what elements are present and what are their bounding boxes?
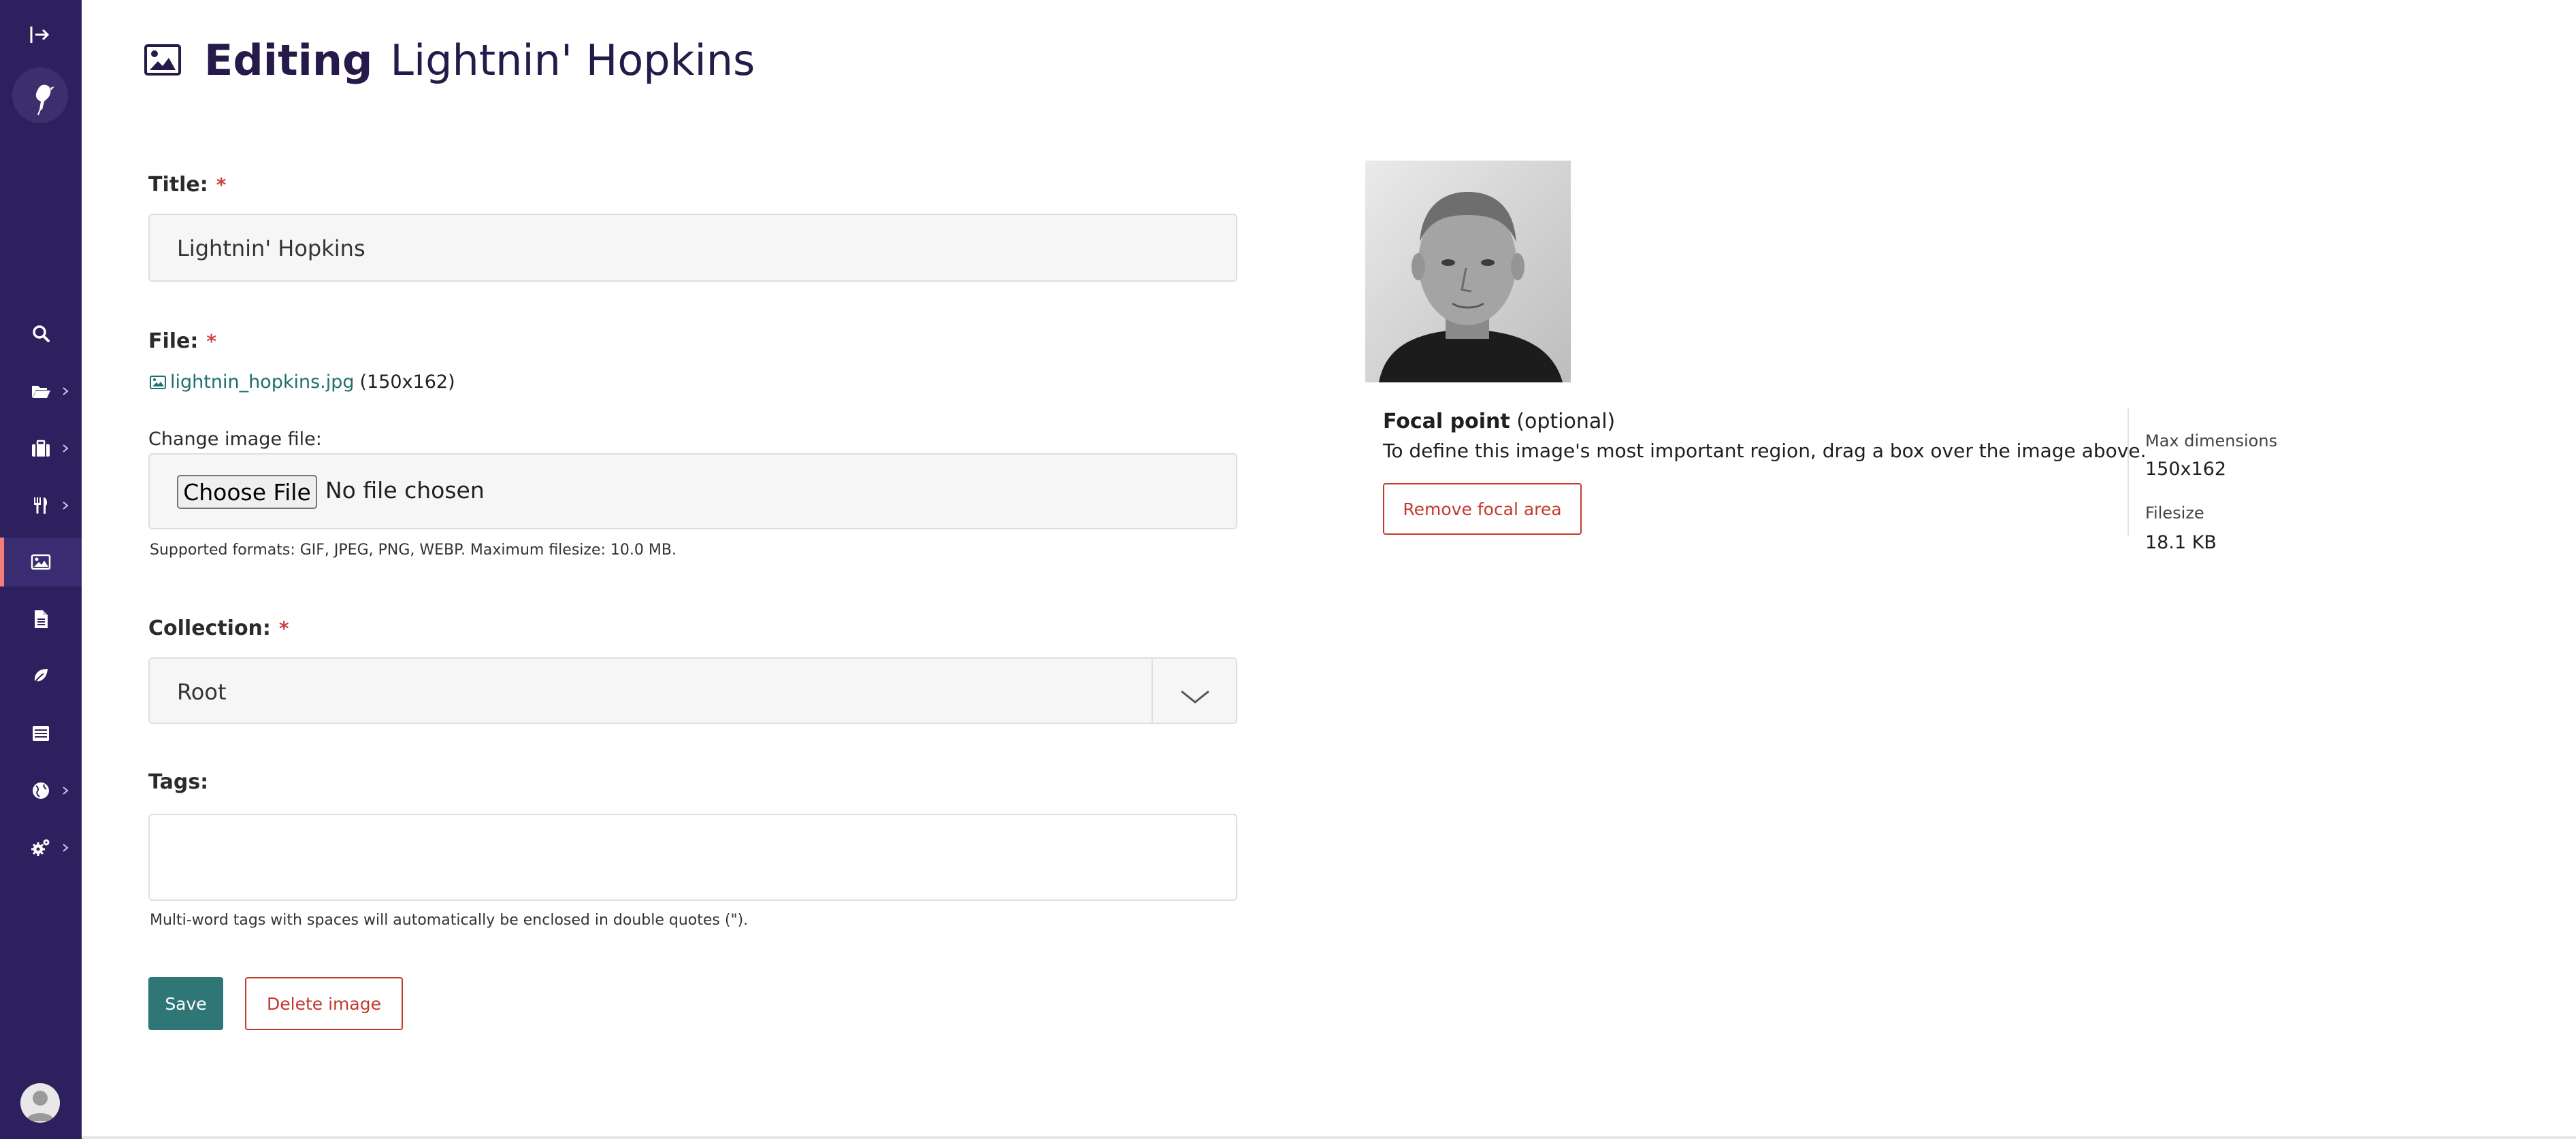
focal-point-optional: (optional) [1516,410,1616,433]
sidebar-item-settings[interactable] [0,823,82,872]
change-image-label: Change image file: [148,429,322,450]
sidebar-item-bakeries[interactable] [0,424,82,473]
chevron-right-icon [63,387,69,395]
delete-image-button[interactable]: Delete image [245,977,403,1030]
required-mark: * [278,617,289,640]
image-icon [144,44,181,76]
file-dimensions: (150x162) [359,372,455,393]
max-dimensions-value: 150x162 [2145,459,2227,480]
chevron-right-icon [63,501,69,510]
collapse-sidebar-icon[interactable] [29,23,52,46]
file-link[interactable]: lightnin_hopkins.jpg [170,372,355,393]
sidebar-item-recipes[interactable] [0,481,82,530]
chevron-right-icon [63,444,69,452]
sidebar-item-sites[interactable] [0,766,82,815]
file-help-text: Supported formats: GIF, JPEG, PNG, WEBP.… [150,542,676,559]
page-title: Lightnin' Hopkins [390,35,755,85]
title-label-text: Title: [148,173,208,197]
no-file-chosen-text: No file chosen [325,477,485,504]
cogs-icon [31,839,50,856]
sidebar-item-pages[interactable] [0,367,82,416]
leaf-icon [33,669,48,685]
sidebar-item-locations[interactable] [0,652,82,701]
collection-label: Collection: * [148,616,289,640]
image-file-icon [150,375,166,389]
bird-logo-icon [35,84,54,116]
current-file: lightnin_hopkins.jpg (150x162) [150,372,455,393]
image-icon [31,554,51,570]
save-button[interactable]: Save [148,977,223,1030]
select-arrow[interactable] [1152,659,1236,724]
tags-label: Tags: [148,770,208,794]
globe-icon [33,782,49,799]
filesize-value: 18.1 KB [2145,532,2217,553]
collection-selected-value: Root [177,679,227,705]
tags-help-text: Multi-word tags with spaces will automat… [150,912,749,929]
wagtail-logo[interactable] [12,67,68,123]
title-input[interactable]: Lightnin' Hopkins [148,214,1237,282]
required-mark: * [216,174,227,196]
bottom-border [82,1136,2576,1139]
sidebar-item-images[interactable] [0,538,82,587]
image-preview[interactable] [1365,161,1571,382]
avatar[interactable] [20,1083,60,1123]
max-dimensions-label: Max dimensions [2145,431,2278,450]
remove-focal-area-button[interactable]: Remove focal area [1383,483,1582,535]
user-icon [26,1091,54,1121]
chevron-down-icon [1181,690,1209,704]
snippets-icon [33,726,49,741]
utensils-icon [34,497,48,514]
tags-input[interactable] [148,814,1237,901]
search-icon [33,325,50,342]
filesize-label: Filesize [2145,504,2204,523]
page-title-prefix: Editing [204,35,373,85]
chevron-right-icon [63,844,69,852]
file-label: File: * [148,329,216,353]
focal-point-title: Focal point (optional) [1383,410,1615,433]
focal-point-heading: Focal point [1383,410,1510,433]
tags-label-text: Tags: [148,770,209,794]
collection-label-text: Collection: [148,616,271,640]
folder-open-icon [32,386,50,398]
chevron-right-icon [63,787,69,795]
file-label-text: File: [148,329,199,353]
file-input[interactable]: Choose File No file chosen [148,453,1237,529]
title-input-value: Lightnin' Hopkins [177,235,365,261]
title-label: Title: * [148,173,226,197]
document-icon [35,610,48,628]
collection-select[interactable]: Root [148,657,1237,724]
sidebar-item-snippets[interactable] [0,709,82,758]
page-header: Editing Lightnin' Hopkins [144,33,755,87]
sidebar [0,0,82,1139]
sidebar-item-search[interactable] [0,309,82,358]
briefcase-icon [32,440,50,457]
focal-point-description: To define this image's most important re… [1383,440,2147,462]
required-mark: * [206,330,217,352]
sidebar-item-documents[interactable] [0,595,82,644]
portrait-photo [1365,161,1571,382]
choose-file-button[interactable]: Choose File [177,475,317,509]
divider [2127,408,2129,536]
